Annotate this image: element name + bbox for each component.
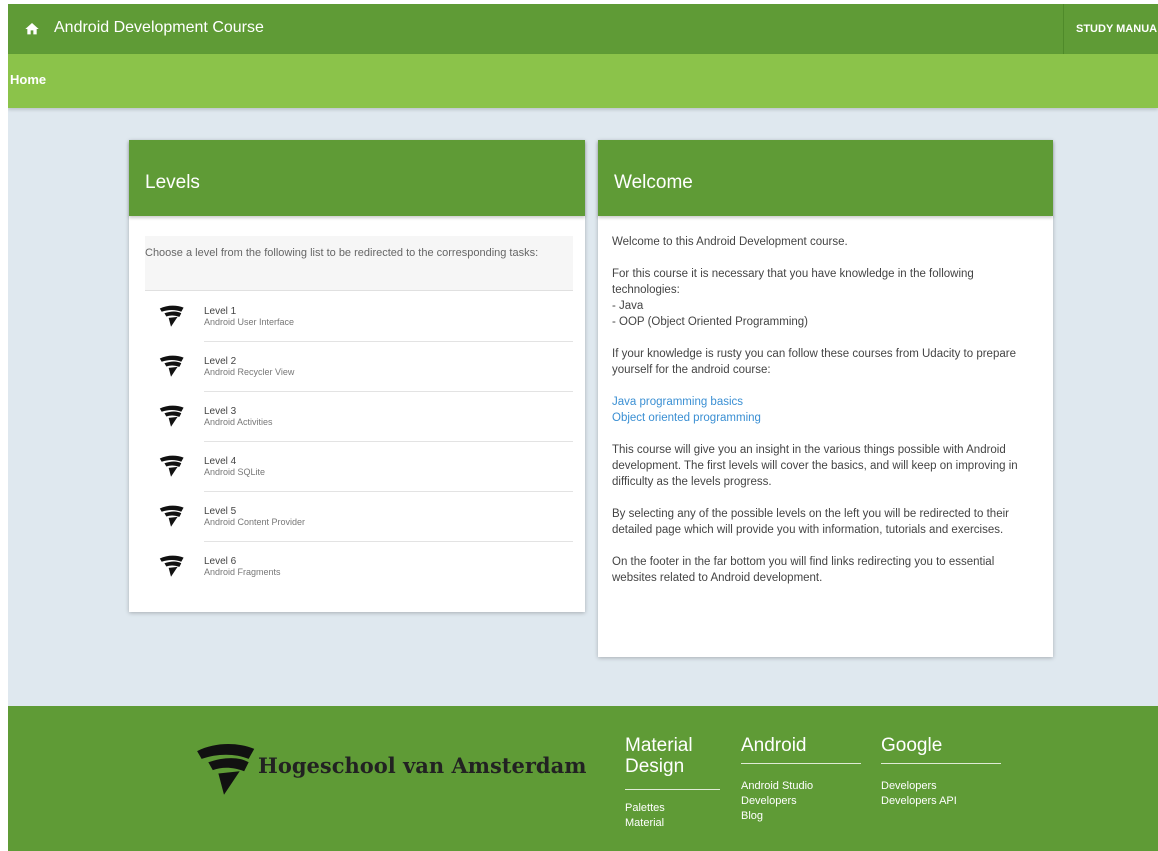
footer: Hogeschool van Amsterdam Material Design… bbox=[8, 706, 1158, 851]
levels-paragraph: By selecting any of the possible levels … bbox=[612, 508, 1009, 536]
footer-column-material: Material Design Palettes Material bbox=[625, 735, 720, 829]
footer-links-google: Developers Developers API bbox=[881, 779, 957, 809]
app-frame: Android Development Course STUDY MANUA H… bbox=[8, 4, 1158, 851]
level-name: Level 4 bbox=[204, 456, 237, 467]
hva-logo-icon bbox=[159, 455, 184, 477]
footer-link-android-developers[interactable]: Developers bbox=[741, 794, 813, 809]
footer-link-palettes[interactable]: Palettes bbox=[625, 801, 665, 816]
levels-card: Levels Choose a level from the following… bbox=[129, 140, 585, 612]
welcome-body: Welcome to this Android Development cour… bbox=[612, 234, 1042, 586]
prerequisites-paragraph: For this course it is necessary that you… bbox=[612, 268, 974, 296]
footer-link-android-studio[interactable]: Android Studio bbox=[741, 779, 813, 794]
hva-logo bbox=[197, 744, 255, 795]
prerequisite-oop: - OOP (Object Oriented Programming) bbox=[612, 316, 808, 328]
divider bbox=[881, 763, 1001, 764]
footer-heading-material: Material Design bbox=[625, 735, 693, 777]
divider bbox=[741, 763, 861, 764]
footer-heading-android: Android bbox=[741, 735, 807, 756]
level-item-1[interactable]: Level 1 Android User Interface bbox=[145, 292, 573, 342]
footer-link-blog[interactable]: Blog bbox=[741, 809, 813, 824]
welcome-paragraph: Welcome to this Android Development cour… bbox=[612, 236, 848, 248]
breadcrumb-bar: Home bbox=[8, 54, 1158, 108]
footer-column-android: Android Android Studio Developers Blog bbox=[741, 735, 863, 822]
insight-paragraph: This course will give you an insight in … bbox=[612, 444, 1018, 488]
hva-logo-icon bbox=[159, 555, 184, 577]
level-item-4[interactable]: Level 4 Android SQLite bbox=[145, 442, 573, 492]
prerequisite-java: - Java bbox=[612, 300, 644, 312]
footer-paragraph: On the footer in the far bottom you will… bbox=[612, 556, 995, 584]
level-name: Level 3 bbox=[204, 406, 237, 417]
levels-intro-text: Choose a level from the following list t… bbox=[145, 247, 539, 259]
level-item-5[interactable]: Level 5 Android Content Provider bbox=[145, 492, 573, 542]
hva-logo-icon bbox=[159, 305, 184, 327]
footer-link-material[interactable]: Material bbox=[625, 816, 665, 831]
divider bbox=[625, 789, 720, 790]
udacity-paragraph: If your knowledge is rusty you can follo… bbox=[612, 348, 1016, 376]
app-title[interactable]: Android Development Course bbox=[54, 19, 264, 37]
welcome-card-header: Welcome bbox=[598, 140, 1053, 216]
level-item-6[interactable]: Level 6 Android Fragments bbox=[145, 542, 573, 592]
level-subtitle: Android Fragments bbox=[204, 567, 281, 577]
footer-heading-google: Google bbox=[881, 735, 943, 756]
footer-column-google: Google Developers Developers API bbox=[881, 735, 1003, 807]
level-list: Level 1 Android User Interface Level 2 A… bbox=[145, 292, 573, 592]
home-icon[interactable] bbox=[24, 21, 40, 37]
hva-logo-icon bbox=[159, 405, 184, 427]
welcome-card: Welcome Welcome to this Android Developm… bbox=[598, 140, 1053, 657]
level-subtitle: Android Content Provider bbox=[204, 517, 306, 527]
level-subtitle: Android User Interface bbox=[204, 317, 295, 327]
hva-logo-icon bbox=[159, 505, 184, 527]
levels-card-title: Levels bbox=[145, 172, 200, 193]
hva-brand-name: Hogeschool van Amsterdam bbox=[258, 753, 587, 778]
footer-link-developers-api[interactable]: Developers API bbox=[881, 794, 957, 809]
footer-link-google-developers[interactable]: Developers bbox=[881, 779, 957, 794]
level-name: Level 6 bbox=[204, 556, 237, 567]
levels-card-header: Levels bbox=[129, 140, 585, 216]
java-basics-link[interactable]: Java programming basics bbox=[612, 396, 743, 408]
breadcrumb-home[interactable]: Home bbox=[10, 72, 46, 87]
oop-link[interactable]: Object oriented programming bbox=[612, 412, 761, 424]
footer-links-material: Palettes Material bbox=[625, 801, 665, 831]
levels-intro: Choose a level from the following list t… bbox=[145, 236, 573, 291]
level-item-2[interactable]: Level 2 Android Recycler View bbox=[145, 342, 573, 392]
top-app-bar: Android Development Course STUDY MANUA bbox=[8, 4, 1158, 54]
hva-logo-icon bbox=[159, 355, 184, 377]
level-name: Level 2 bbox=[204, 356, 237, 367]
level-subtitle: Android Recycler View bbox=[204, 367, 295, 377]
level-name: Level 5 bbox=[204, 506, 237, 517]
study-manual-link[interactable]: STUDY MANUA bbox=[1063, 4, 1157, 54]
level-subtitle: Android SQLite bbox=[204, 467, 266, 477]
footer-links-android: Android Studio Developers Blog bbox=[741, 779, 813, 824]
level-item-3[interactable]: Level 3 Android Activities bbox=[145, 392, 573, 442]
level-name: Level 1 bbox=[204, 306, 237, 317]
welcome-card-title: Welcome bbox=[614, 172, 693, 193]
level-subtitle: Android Activities bbox=[204, 417, 273, 427]
